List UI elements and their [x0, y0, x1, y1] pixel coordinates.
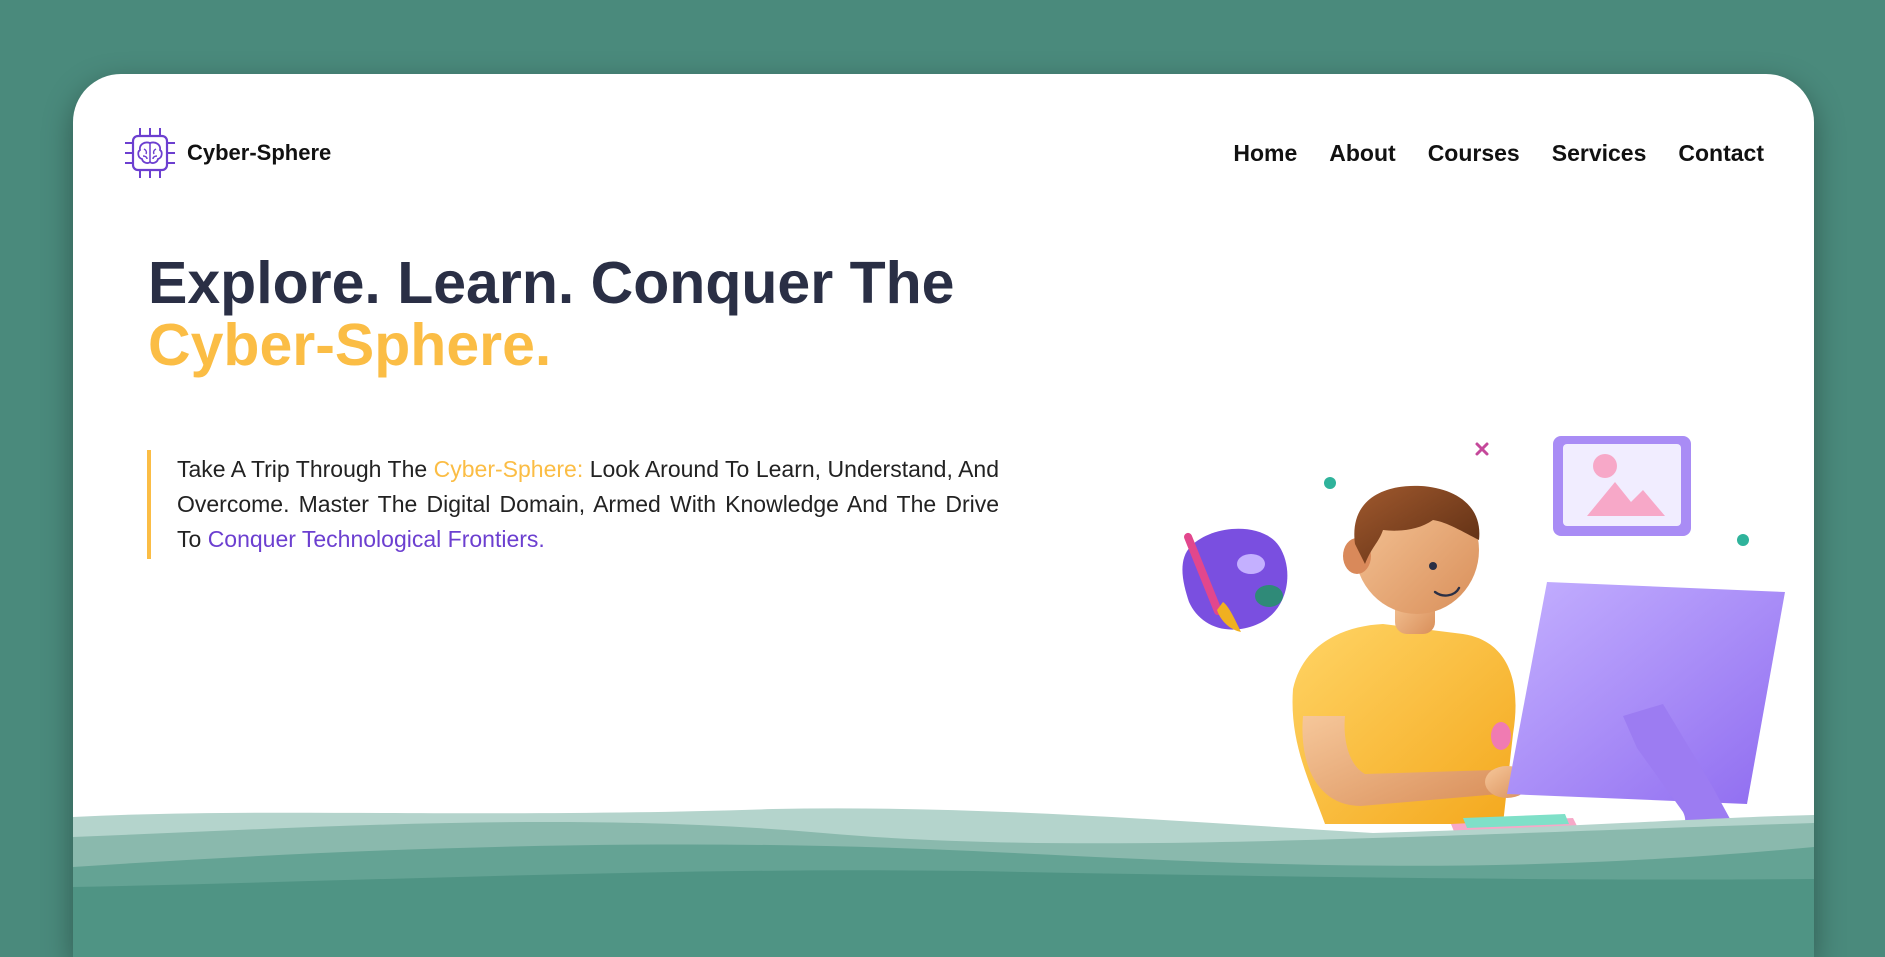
bottom-wave-decoration	[73, 808, 1814, 957]
top-navbar: Cyber-Sphere Home About Courses Services…	[73, 74, 1814, 234]
headline-line-1: Explore. Learn. Conquer The	[148, 250, 955, 316]
brand-name: Cyber-Sphere	[187, 140, 332, 165]
nav-contact[interactable]: Contact	[1678, 140, 1764, 167]
picture-frame-icon	[1553, 436, 1691, 536]
hero-card: Cyber-Sphere Home About Courses Services…	[73, 74, 1814, 957]
brand-logo[interactable]: Cyber-Sphere	[123, 126, 331, 180]
nav-services[interactable]: Services	[1552, 140, 1647, 167]
hero-intro-text: Take A Trip Through The Cyber-Sphere: Lo…	[147, 450, 999, 559]
intro-highlight-cyber-sphere: Cyber-Sphere:	[433, 456, 584, 482]
brain-chip-icon	[125, 128, 175, 178]
decor-dot-green	[1324, 477, 1336, 489]
intro-highlight-frontiers: Conquer Technological Frontiers.	[207, 526, 545, 552]
decor-dot-green-2	[1737, 534, 1749, 546]
person	[1292, 485, 1529, 824]
hero-headline: Explore. Learn. Conquer The Cyber-Sphere…	[148, 252, 954, 376]
main-menu: Home About Courses Services Contact	[1233, 140, 1764, 167]
headline-line-2: Cyber-Sphere.	[148, 312, 552, 378]
nav-courses[interactable]: Courses	[1428, 140, 1520, 167]
paint-palette-icon	[1182, 528, 1288, 632]
nav-home[interactable]: Home	[1233, 140, 1297, 167]
decor-cross-icon	[1475, 442, 1489, 456]
nav-about[interactable]: About	[1329, 140, 1395, 167]
intro-part-1: Take A Trip Through The	[177, 456, 434, 482]
